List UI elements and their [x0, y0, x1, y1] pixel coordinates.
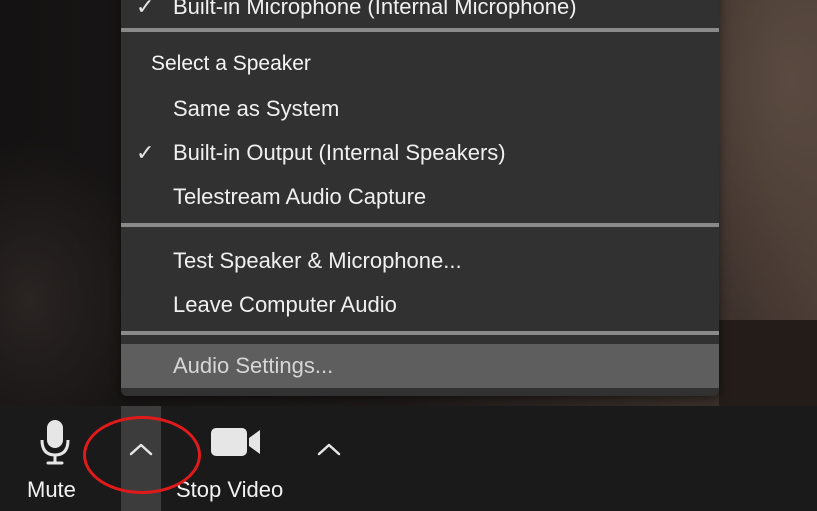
audio-options-menu: ✓ Built-in Microphone (Internal Micropho…: [121, 0, 719, 396]
chevron-up-icon: [317, 443, 341, 456]
menu-item-label: Built-in Output (Internal Speakers): [173, 140, 506, 165]
menu-item-built-in-output[interactable]: ✓ Built-in Output (Internal Speakers): [121, 131, 719, 175]
menu-item-label: Telestream Audio Capture: [173, 184, 427, 209]
chevron-up-icon: [129, 443, 153, 456]
mute-button[interactable]: Mute: [20, 406, 92, 511]
stop-video-label: Stop Video: [176, 477, 284, 502]
menu-item-test-speaker-microphone[interactable]: Test Speaker & Microphone...: [121, 239, 719, 283]
menu-separator: [121, 223, 719, 227]
menu-item-label: Test Speaker & Microphone...: [173, 248, 462, 273]
menu-item-audio-settings[interactable]: Audio Settings...: [121, 344, 719, 388]
mute-label: Mute: [27, 477, 76, 502]
checkmark-icon: ✓: [136, 0, 155, 19]
menu-item-built-in-microphone[interactable]: ✓ Built-in Microphone (Internal Micropho…: [121, 0, 719, 29]
menu-item-label: Built-in Microphone (Internal Microphone…: [173, 0, 577, 19]
checkmark-icon: ✓: [136, 140, 155, 165]
stop-video-button[interactable]: Stop Video: [172, 406, 300, 511]
menu-separator: [121, 28, 719, 32]
menu-section-header-speaker: Select a Speaker: [151, 52, 311, 75]
audio-options-button[interactable]: [121, 406, 161, 511]
menu-item-label: Audio Settings...: [173, 353, 334, 378]
menu-item-same-as-system[interactable]: Same as System: [121, 87, 719, 131]
meeting-toolbar: Mute Stop Video: [0, 406, 817, 511]
video-background-shadow: [719, 320, 817, 406]
menu-item-telestream-audio-capture[interactable]: Telestream Audio Capture: [121, 175, 719, 219]
menu-item-label: Leave Computer Audio: [173, 292, 397, 317]
menu-item-leave-computer-audio[interactable]: Leave Computer Audio: [121, 283, 719, 327]
video-camera-icon: [211, 428, 260, 456]
menu-item-label: Same as System: [173, 96, 340, 121]
video-options-button[interactable]: [309, 406, 349, 511]
menu-separator: [121, 331, 719, 335]
microphone-icon: [40, 420, 70, 465]
